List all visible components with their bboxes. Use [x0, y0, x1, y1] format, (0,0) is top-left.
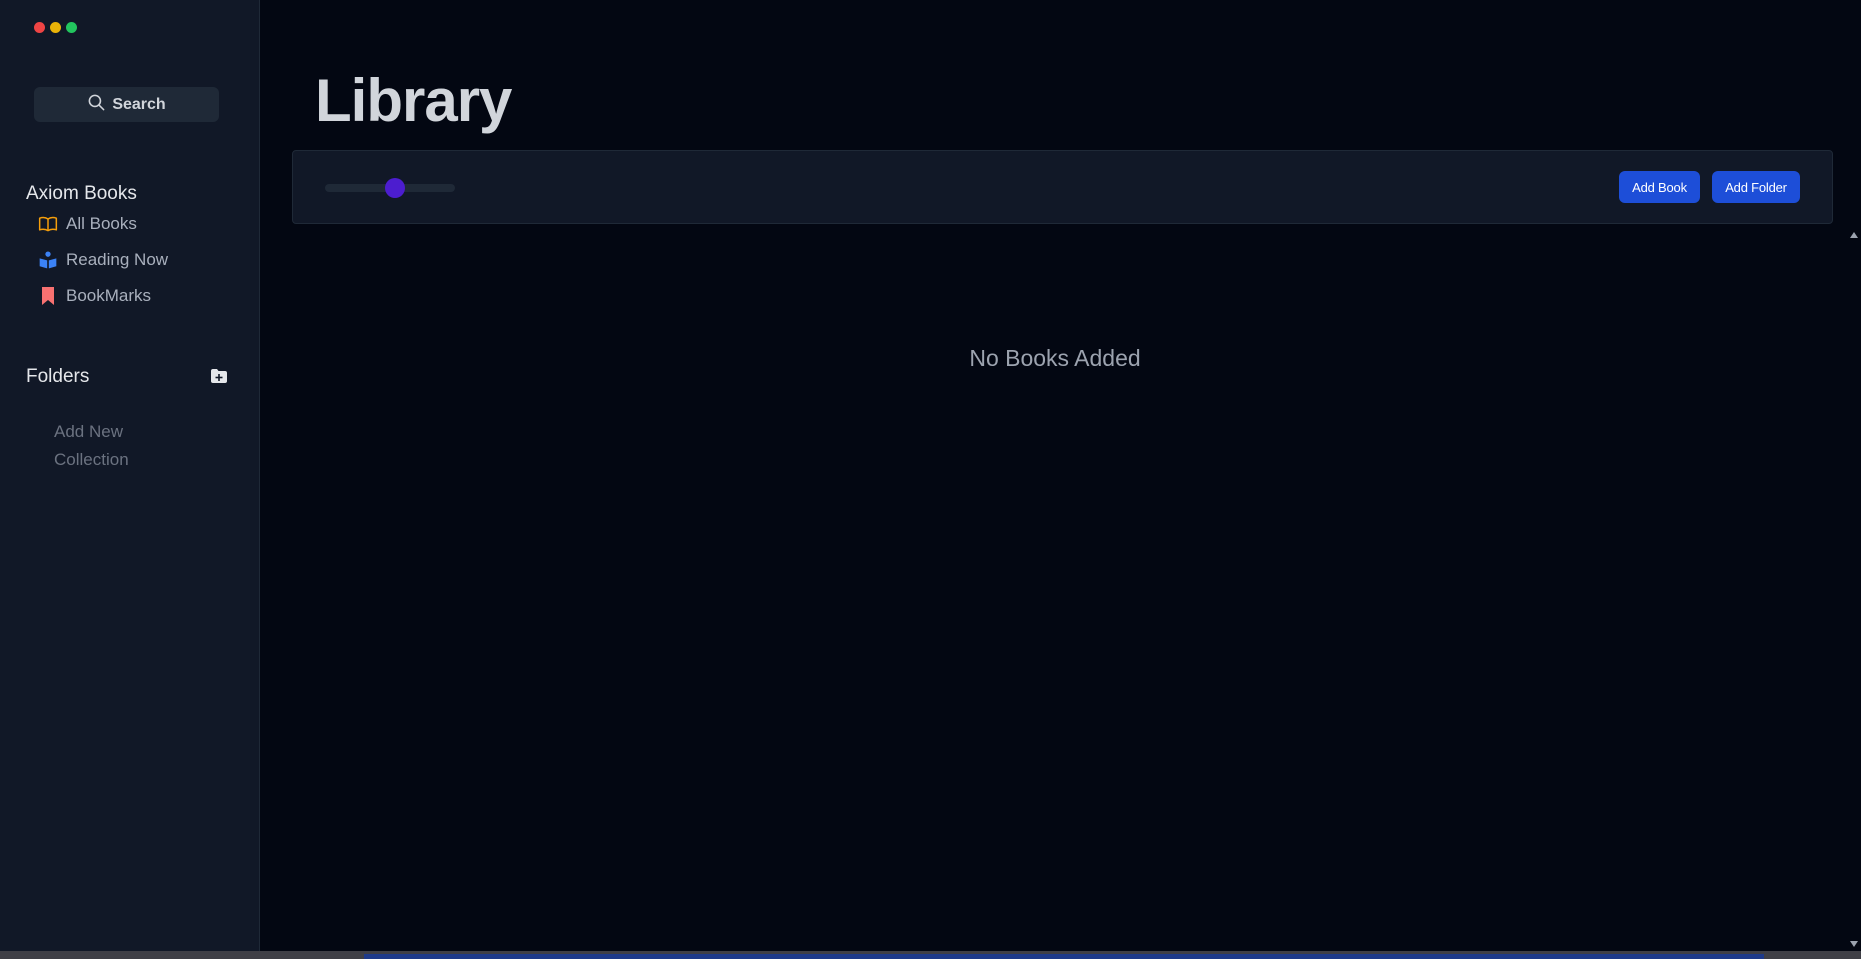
- folders-section-title: Folders: [26, 366, 90, 387]
- add-book-button[interactable]: Add Book: [1619, 171, 1700, 203]
- sidebar-item-reading-now[interactable]: Reading Now: [38, 250, 168, 270]
- search-button[interactable]: Search: [34, 87, 219, 122]
- search-label: Search: [112, 95, 166, 113]
- add-new-collection-link[interactable]: Add New Collection: [54, 418, 174, 474]
- maximize-window-button[interactable]: [66, 22, 77, 33]
- app-window: Search Axiom Books All Books Reading Now: [0, 0, 1861, 959]
- close-window-button[interactable]: [34, 22, 45, 33]
- search-icon: [87, 93, 106, 117]
- empty-state-message: No Books Added: [969, 345, 1141, 371]
- sidebar-item-label: All Books: [66, 214, 137, 233]
- open-book-icon: [38, 214, 58, 234]
- library-toolbar: Add Book Add Folder: [292, 150, 1833, 224]
- bookmark-icon: [38, 286, 58, 306]
- sidebar: Search Axiom Books All Books Reading Now: [0, 0, 260, 951]
- add-folder-icon[interactable]: [211, 369, 227, 385]
- scroll-down-arrow-icon[interactable]: [1850, 941, 1858, 947]
- zoom-slider[interactable]: [325, 178, 455, 198]
- minimize-window-button[interactable]: [50, 22, 61, 33]
- window-controls: [34, 22, 77, 33]
- zoom-slider-handle[interactable]: [385, 178, 406, 198]
- page-title: Library: [315, 67, 512, 134]
- reader-icon: [38, 250, 58, 270]
- add-folder-button[interactable]: Add Folder: [1712, 171, 1800, 203]
- sidebar-item-bookmarks[interactable]: BookMarks: [38, 286, 151, 306]
- sidebar-item-all-books[interactable]: All Books: [38, 214, 137, 234]
- taskbar-accent: [364, 954, 1764, 959]
- vertical-scrollbar[interactable]: [1847, 222, 1861, 951]
- sidebar-item-label: BookMarks: [66, 286, 152, 305]
- library-section-title: Axiom Books: [26, 183, 137, 204]
- sidebar-item-label: Reading Now: [66, 250, 169, 269]
- scroll-up-arrow-icon[interactable]: [1850, 232, 1858, 238]
- taskbar-edge: [0, 951, 1861, 959]
